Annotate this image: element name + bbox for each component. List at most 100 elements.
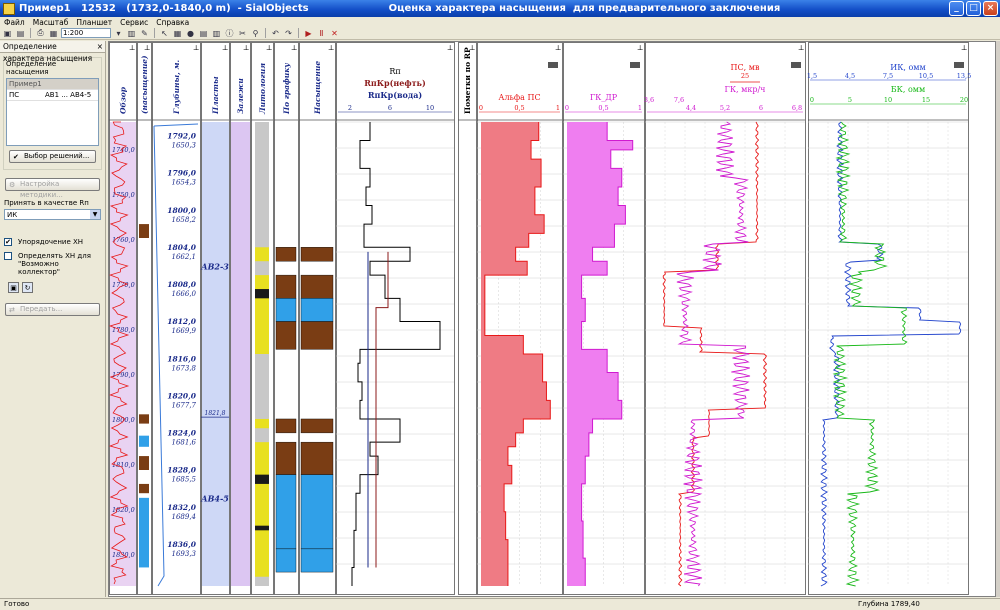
open-icon[interactable]: ▤ bbox=[15, 28, 26, 39]
grid-icon[interactable]: ▦ bbox=[172, 28, 183, 39]
list-item[interactable]: ПС АВ1 ... АВ4-5 bbox=[7, 90, 98, 101]
bk-curve bbox=[832, 121, 908, 587]
select-solutions-button[interactable]: ✔ Выбор решений... bbox=[9, 150, 96, 163]
saturation-interval-oil bbox=[300, 247, 334, 262]
menu-tablet[interactable]: Планшет bbox=[76, 18, 112, 27]
pin-icon: ⊥ bbox=[144, 44, 151, 52]
track-title: Глубины, м. bbox=[172, 60, 181, 115]
track-frame bbox=[336, 42, 455, 595]
chart-icon[interactable]: ▥ bbox=[211, 28, 222, 39]
gk-title: ГК, мкр/ч bbox=[725, 85, 766, 94]
menu-service[interactable]: Сервис bbox=[120, 18, 148, 27]
alpha-scale-label: 0,5 bbox=[514, 104, 524, 112]
menu-file[interactable]: Файл bbox=[4, 18, 25, 27]
well-log-chart[interactable]: ⊥ ⊥ ⊥ ⊥ ⊥ ⊥ ⊥ ⊥ ⊥ ⊥ ⊥ ⊥ ⊥ ⊥Обзор (насыщение) Глубины, м… bbox=[109, 42, 995, 596]
deposit-fill bbox=[231, 122, 250, 586]
track-title: Пометки по RP bbox=[463, 47, 472, 114]
track-title: По графику bbox=[282, 63, 291, 115]
ik-scale-label: 7,5 bbox=[883, 72, 893, 80]
method-settings-button[interactable]: ⚙ Настройка методики... bbox=[5, 178, 100, 199]
bk-scale-label: 10 bbox=[884, 96, 892, 104]
overview-depth-label: 1760,0 bbox=[112, 236, 135, 244]
panel-title: Определение характера насыщения bbox=[3, 42, 93, 63]
saturation-group: Определение насыщения Пример1 ПС АВ1 ...… bbox=[3, 57, 102, 170]
menu-help[interactable]: Справка bbox=[156, 18, 189, 27]
bk-title: БК, омм bbox=[891, 85, 925, 94]
gk-dr-title: ГК_ДР bbox=[590, 93, 618, 102]
refresh-small-icon[interactable]: ↻ bbox=[22, 282, 33, 293]
layout-icon[interactable]: ▤ bbox=[198, 28, 209, 39]
bk-scale-label: 20 bbox=[960, 96, 968, 104]
pause-icon[interactable]: Ⅱ bbox=[316, 28, 327, 39]
pin-icon: ⊥ bbox=[193, 44, 200, 52]
undo-icon[interactable]: ↶ bbox=[270, 28, 281, 39]
dropdown-icon[interactable]: ▾ bbox=[113, 28, 124, 39]
saturation-interval-oil bbox=[300, 274, 334, 299]
depth-tvd-label: 1669,9 bbox=[172, 327, 197, 335]
circle-icon[interactable]: ● bbox=[185, 28, 196, 39]
depth-md-label: 1804,0 bbox=[167, 243, 196, 252]
vertical-scrollbar[interactable] bbox=[996, 41, 1000, 597]
transfer-icon: ⇄ bbox=[9, 306, 15, 314]
method-settings-label: Настройка методики... bbox=[20, 180, 63, 199]
pin-icon: ⊥ bbox=[129, 44, 136, 52]
menu-bar: Файл Масштаб Планшет Сервис Справка bbox=[0, 17, 1000, 27]
panel-close-icon[interactable]: × bbox=[97, 41, 103, 52]
track-scale-icon bbox=[630, 62, 640, 68]
small-buttons: ▣ ↻ bbox=[8, 282, 97, 293]
preview-icon[interactable]: ▦ bbox=[48, 28, 59, 39]
info-icon[interactable]: ⓘ bbox=[224, 28, 235, 39]
lithology-marker bbox=[255, 289, 269, 299]
alpha-scale-label: 1 bbox=[556, 104, 560, 112]
run-icon[interactable]: ▶ bbox=[303, 28, 314, 39]
minimize-button[interactable]: _ bbox=[949, 1, 964, 16]
pass-label: Передать... bbox=[20, 305, 63, 313]
table-icon[interactable]: ▥ bbox=[126, 28, 137, 39]
possible-collector-checkbox[interactable]: Определять ХН для "Возможно коллектор" bbox=[4, 252, 101, 276]
saturation-interval-oil bbox=[300, 418, 334, 434]
ordering-checkbox[interactable]: ✔ Упорядочение ХН bbox=[4, 238, 101, 246]
chevron-down-icon[interactable]: ▼ bbox=[90, 210, 100, 219]
zoom-select[interactable]: 1:200 bbox=[61, 28, 111, 38]
bk-scale-label: 5 bbox=[848, 96, 852, 104]
rn-water-title: RпКр(вода) bbox=[368, 90, 423, 100]
well-log-tablet[interactable]: ⊥ ⊥ ⊥ ⊥ ⊥ ⊥ ⊥ ⊥ ⊥ ⊥ ⊥ ⊥ ⊥ ⊥ Обзор (насыщение) Глубины, м… bbox=[108, 41, 996, 597]
saturation-interval-oil bbox=[275, 418, 297, 434]
rn-select[interactable]: ИК ▼ bbox=[4, 209, 101, 220]
rn-oil-curve bbox=[375, 251, 389, 568]
close-button[interactable]: × bbox=[983, 1, 998, 16]
pointer-icon[interactable]: ↖ bbox=[159, 28, 170, 39]
ps-gk-scale-label: 5,2 bbox=[720, 104, 730, 112]
stop-icon[interactable]: ✕ bbox=[329, 28, 340, 39]
redo-icon[interactable]: ↷ bbox=[283, 28, 294, 39]
depth-md-label: 1820,0 bbox=[167, 391, 196, 400]
save-small-icon[interactable]: ▣ bbox=[8, 282, 19, 293]
pencil-icon[interactable]: ✎ bbox=[139, 28, 150, 39]
find-icon[interactable]: ⚲ bbox=[250, 28, 261, 39]
ik-scale-label: 13,5 bbox=[957, 72, 971, 80]
pin-icon: ⊥ bbox=[447, 44, 454, 52]
checkbox-checked-icon[interactable]: ✔ bbox=[4, 238, 12, 246]
track-frame bbox=[458, 42, 477, 595]
maximize-button[interactable]: □ bbox=[966, 1, 981, 16]
lithology-marker bbox=[255, 474, 269, 484]
ik-title: ИК, омм bbox=[890, 63, 926, 72]
saturation-list[interactable]: Пример1 ПС АВ1 ... АВ4-5 bbox=[6, 78, 99, 146]
gk-scale-label: 0,5 bbox=[598, 104, 608, 112]
saturation-mini-block bbox=[139, 483, 149, 494]
pass-button[interactable]: ⇄ Передать... bbox=[5, 303, 100, 316]
lithology-sand bbox=[255, 442, 269, 577]
track-frame bbox=[808, 42, 969, 595]
panel-header: Определение характера насыщения × bbox=[0, 41, 105, 63]
menu-scale[interactable]: Масштаб bbox=[33, 18, 69, 27]
pin-icon: ⊥ bbox=[222, 44, 229, 52]
lithology-marker bbox=[255, 525, 269, 531]
print-icon[interactable]: ⎙ bbox=[35, 28, 46, 39]
saturation-interval-water bbox=[275, 298, 297, 322]
ps-title: ПС, мв bbox=[731, 63, 760, 72]
save-icon[interactable]: ▣ bbox=[2, 28, 13, 39]
rn-scale-label: 6 bbox=[388, 104, 392, 112]
tools-icon[interactable]: ✂ bbox=[237, 28, 248, 39]
checkbox-empty-icon[interactable] bbox=[4, 252, 12, 260]
app-icon bbox=[3, 2, 15, 15]
